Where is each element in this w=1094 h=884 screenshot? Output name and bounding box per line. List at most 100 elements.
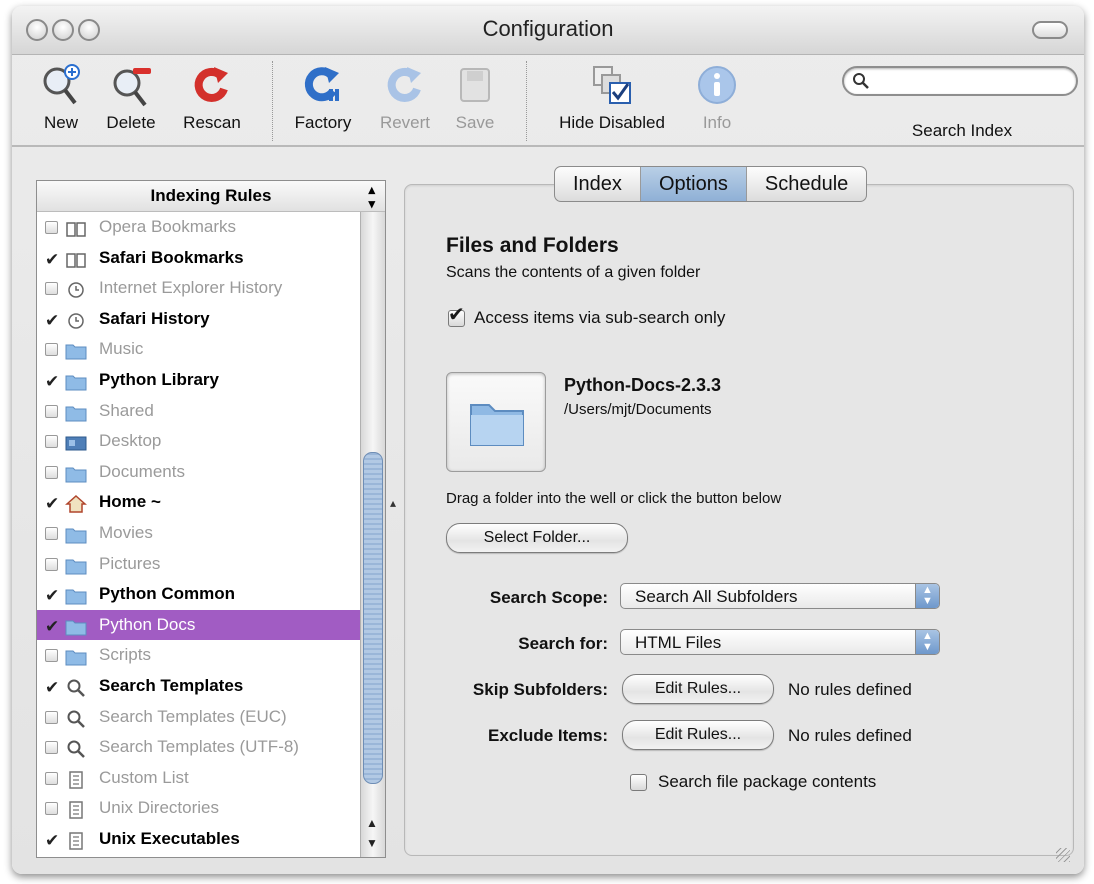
checkmark-icon[interactable]: ✔ [45, 245, 59, 276]
title-bar: Configuration [12, 6, 1084, 55]
tab-schedule[interactable]: Schedule [747, 167, 866, 201]
exclude-items-edit-rules-button[interactable]: Edit Rules... [622, 720, 774, 750]
checkbox[interactable] [45, 557, 58, 571]
sidebar-item-label: Documents [99, 461, 185, 481]
folder-name: Python-Docs-2.3.3 [564, 375, 722, 395]
sidebar-item-shared[interactable]: Shared [37, 396, 385, 427]
sidebar-item-python-library[interactable]: ✔ Python Library [37, 365, 385, 396]
resize-grip-icon[interactable] [1056, 848, 1070, 862]
save-label: Save [455, 113, 495, 132]
scrollbar-thumb[interactable] [363, 452, 383, 784]
revert-icon [387, 67, 421, 102]
search-scope-select[interactable]: Search All Subfolders ▲ ▼ [620, 583, 940, 609]
folder-well[interactable] [446, 372, 546, 472]
factory-button[interactable]: Factory [288, 63, 358, 133]
checkmark-icon[interactable]: ✔ [45, 826, 59, 857]
checkmark-icon[interactable]: ✔ [45, 673, 59, 704]
sidebar-item-scripts[interactable]: Scripts [37, 640, 385, 671]
checkbox[interactable] [45, 465, 58, 479]
rescan-label: Rescan [183, 113, 241, 132]
search-for-label: Search for: [518, 634, 608, 653]
checkbox[interactable] [45, 741, 58, 755]
checkbox[interactable] [45, 404, 58, 418]
sidebar-item-label: Shared [99, 400, 154, 420]
sidebar-item-label: Safari History [99, 308, 210, 328]
sidebar-item-custom-list[interactable]: Custom List [37, 763, 385, 794]
checkbox[interactable] [45, 343, 58, 357]
sidebar-item-music[interactable]: Music [37, 334, 385, 365]
checkbox[interactable] [45, 771, 58, 785]
sidebar-item-desktop[interactable]: Desktop [37, 426, 385, 457]
sidebar-item-safari-history[interactable]: ✔ Safari History [37, 304, 385, 335]
folder-icon [65, 585, 87, 605]
info-label: Info [702, 113, 732, 132]
checkmark-icon[interactable]: ✔ [45, 581, 59, 612]
sidebar-item-search-templates-utf-8[interactable]: Search Templates (UTF-8) [37, 732, 385, 763]
search-index-field[interactable] [842, 66, 1078, 96]
sidebar-item-unix-executables[interactable]: ✔ Unix Executables [37, 824, 385, 855]
sidebar-item-python-common[interactable]: ✔ Python Common [37, 579, 385, 610]
checkbox[interactable] [45, 649, 58, 663]
scroll-up-arrow-icon[interactable]: ▲ [366, 816, 378, 830]
checkmark-icon[interactable]: ✔ [45, 489, 59, 520]
checkbox[interactable] [45, 435, 58, 449]
checkbox[interactable] [45, 526, 58, 540]
sidebar-item-pictures[interactable]: Pictures [37, 549, 385, 580]
search-for-select[interactable]: HTML Files ▲ ▼ [620, 629, 940, 655]
sidebar-item-label: Opera Bookmarks [99, 217, 236, 236]
tab-index[interactable]: Index [555, 167, 641, 201]
sidebar-item-unix-directories[interactable]: Unix Directories [37, 793, 385, 824]
sidebar-item-label: Python Library [99, 369, 219, 389]
checkmark-icon[interactable]: ✔ [45, 306, 59, 337]
sidebar-item-opera-bookmarks[interactable]: Opera Bookmarks [37, 212, 385, 243]
hide-disabled-button[interactable]: Hide Disabled [548, 63, 676, 133]
split-view-handle-icon[interactable]: ▴ [390, 496, 396, 510]
sidebar-item-label: Internet Explorer History [99, 278, 283, 298]
save-button[interactable]: Save [450, 63, 500, 133]
sidebar-item-label: Pictures [99, 553, 161, 573]
scroll-down-arrow-icon[interactable]: ▼ [366, 836, 378, 850]
sidebar-item-search-templates[interactable]: ✔ Search Templates [37, 671, 385, 702]
checkmark-icon[interactable]: ✔ [45, 367, 59, 398]
magnifier-icon [65, 677, 87, 697]
sidebar-item-safari-bookmarks[interactable]: ✔ Safari Bookmarks [37, 243, 385, 274]
folder-icon [65, 555, 87, 575]
sidebar-item-home[interactable]: ✔ Home ~ [37, 487, 385, 518]
sidebar-item-label: Search Templates (EUC) [99, 706, 287, 726]
options-panel [404, 184, 1074, 856]
checkbox[interactable] [45, 710, 58, 724]
checkmark-icon[interactable]: ✔ [45, 612, 59, 643]
package-contents-label: Search file package contents [658, 772, 877, 791]
new-magnifier-icon [43, 64, 80, 105]
hide-disabled-label: Hide Disabled [559, 113, 665, 132]
checkbox[interactable] [45, 282, 58, 296]
sidebar-item-movies[interactable]: Movies [37, 518, 385, 549]
list-icon [65, 769, 87, 789]
toolbar-separator [526, 61, 527, 141]
revert-label: Revert [379, 113, 431, 132]
search-scope-label: Search Scope: [489, 588, 608, 607]
package-contents-checkbox[interactable] [630, 774, 647, 791]
delete-button[interactable]: Delete [102, 63, 160, 133]
rescan-button[interactable]: Rescan [178, 63, 246, 133]
sidebar-item-python-docs[interactable]: ✔ Python Docs [37, 609, 385, 643]
tab-options[interactable]: Options [640, 167, 747, 201]
indexing-rules-header[interactable]: Indexing Rules ▴ ▾ [37, 181, 385, 212]
toolbar-toggle-button[interactable] [1032, 21, 1068, 39]
toolbar: New Delete Rescan Factory Revert Save Hi… [12, 55, 1084, 145]
revert-button[interactable]: Revert [374, 63, 436, 133]
sidebar-item-search-templates-euc[interactable]: Search Templates (EUC) [37, 702, 385, 733]
sidebar-item-internet-explorer-history[interactable]: Internet Explorer History [37, 273, 385, 304]
checkbox[interactable] [45, 221, 58, 234]
checkbox[interactable] [45, 802, 58, 816]
folder-icon [65, 463, 87, 483]
list-scrollbar[interactable]: ▲ ▼ [360, 212, 385, 857]
sidebar-item-label: Scripts [99, 645, 151, 665]
select-folder-button[interactable]: Select Folder... [446, 523, 628, 553]
skip-subfolders-edit-rules-button[interactable]: Edit Rules... [622, 674, 774, 704]
info-button[interactable]: Info [692, 63, 742, 133]
checkmark-icon: ✔ [448, 304, 465, 326]
sidebar-item-label: Safari Bookmarks [99, 247, 244, 267]
new-button[interactable]: New [36, 63, 86, 133]
sidebar-item-documents[interactable]: Documents [37, 457, 385, 488]
